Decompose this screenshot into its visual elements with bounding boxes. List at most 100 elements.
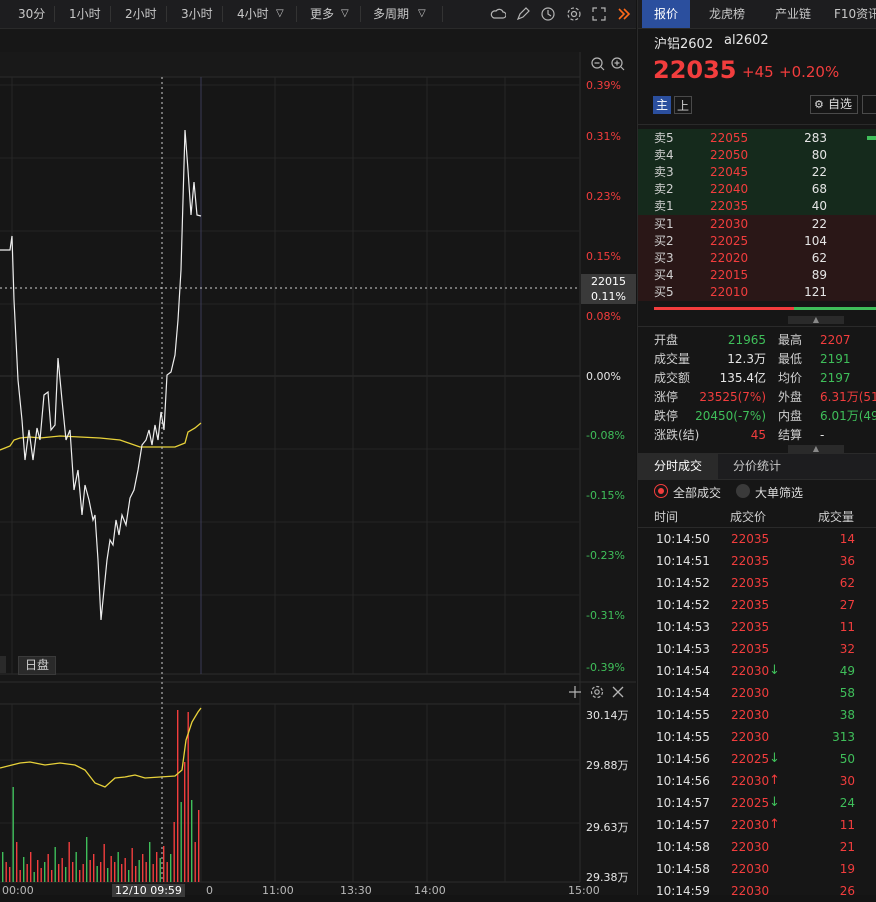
trade-row[interactable]: 10:14:54 22030 58 [638, 682, 876, 704]
trade-row[interactable]: 10:14:57 22025 ↓ 24 [638, 792, 876, 814]
level-price: 22035 [710, 199, 749, 213]
collapse-handle[interactable]: ▲ [788, 316, 844, 324]
ask-row[interactable]: 卖1 22035 40 [638, 198, 876, 215]
trade-row[interactable]: 10:14:56 22030 ↑ 30 [638, 770, 876, 792]
trade-tab-bar: 分时成交 分价统计 [638, 453, 876, 480]
trade-time: 10:14:52 [656, 598, 710, 612]
level-label: 卖1 [654, 199, 674, 213]
close-icon[interactable] [611, 685, 625, 699]
trade-volume: 27 [839, 598, 855, 612]
volume-bar [100, 862, 102, 882]
tab-quote[interactable]: 报价 [642, 0, 690, 28]
level-label: 卖2 [654, 182, 674, 196]
crosshair-icon[interactable] [568, 685, 582, 699]
trade-volume: 11 [839, 818, 855, 832]
volume-bar [180, 802, 182, 882]
volume-bar [75, 852, 77, 882]
trade-row[interactable]: 10:14:58 22030 21 [638, 836, 876, 858]
bid-row[interactable]: 买2 22025 104 [638, 233, 876, 250]
gear-icon[interactable] [590, 685, 604, 699]
trade-volume: 32 [839, 642, 855, 656]
listed-button[interactable]: 上 [674, 96, 692, 114]
tab-dragon-tiger[interactable]: 龙虎榜 [698, 0, 756, 28]
volume-bar [145, 862, 147, 882]
collapse-handle[interactable]: ▲ [788, 445, 844, 453]
bid-row[interactable]: 买1 22030 22 [638, 216, 876, 233]
ask-row[interactable]: 卖5 22055 283 [638, 130, 876, 147]
trade-price: 22035 [731, 598, 770, 612]
ask-row[interactable]: 卖3 22045 22 [638, 164, 876, 181]
filter-all-label[interactable]: 全部成交 [673, 484, 721, 501]
volume-bar [47, 854, 49, 882]
filter-big-label[interactable]: 大单筛选 [755, 484, 803, 501]
trade-row[interactable]: 10:14:55 22030 313 [638, 726, 876, 748]
trade-row[interactable]: 10:14:50 22035 14 [638, 528, 876, 550]
tab-price-stats[interactable]: 分价统计 [724, 454, 790, 479]
trade-row[interactable]: 10:14:53 22035 32 [638, 638, 876, 660]
arrow-down-icon: ↓ [769, 795, 780, 810]
trade-row[interactable]: 10:14:54 22030 ↓ 49 [638, 660, 876, 682]
volume-bar [65, 867, 67, 882]
trade-time: 10:14:58 [656, 840, 710, 854]
intraday-chart[interactable] [0, 0, 636, 895]
session-tag[interactable]: 日盘 [18, 656, 57, 675]
arrow-down-icon: ↓ [769, 751, 780, 766]
volume-bar [187, 712, 189, 882]
bid-row[interactable]: 买4 22015 89 [638, 267, 876, 284]
volume-bar [110, 856, 112, 882]
trade-volume: 14 [839, 532, 855, 546]
trade-row[interactable]: 10:14:53 22035 11 [638, 616, 876, 638]
trade-row[interactable]: 10:14:52 22035 27 [638, 594, 876, 616]
session-tag-prev[interactable] [0, 656, 6, 673]
ask-row[interactable]: 卖4 22050 80 [638, 147, 876, 164]
trade-price: 22035 [731, 642, 770, 656]
trade-price: 22035 [731, 620, 770, 634]
trade-row[interactable]: 10:14:55 22030 38 [638, 704, 876, 726]
trade-volume: 58 [839, 686, 855, 700]
tab-time-sales[interactable]: 分时成交 [638, 454, 718, 479]
volume-bar [26, 864, 28, 882]
zoom-in-icon[interactable] [610, 56, 626, 72]
ask-row[interactable]: 卖2 22040 68 [638, 181, 876, 198]
bell-icon[interactable] [862, 95, 876, 114]
trade-row[interactable]: 10:14:59 22030 26 [638, 880, 876, 902]
level-volume: 22 [811, 217, 827, 231]
volume-bar [44, 862, 46, 882]
stat-label: 跌停 [654, 409, 679, 423]
trade-price: 22030 [731, 862, 770, 876]
last-price: 22035 [653, 56, 737, 84]
level-volume: 104 [804, 234, 827, 248]
stat-value: 21965 [727, 333, 766, 347]
trade-row[interactable]: 10:14:56 22025 ↓ 50 [638, 748, 876, 770]
stat-value: 12.3万 [727, 352, 766, 366]
trade-row[interactable]: 10:14:58 22030 19 [638, 858, 876, 880]
bid-row[interactable]: 买3 22020 62 [638, 250, 876, 267]
stat-value: 20450(-7%) [695, 409, 766, 423]
trade-row[interactable]: 10:14:52 22035 62 [638, 572, 876, 594]
radio-all-trades[interactable] [654, 484, 668, 498]
percent-axis-label: 0.00% [586, 370, 621, 383]
tab-industry-chain[interactable]: 产业链 [764, 0, 822, 28]
level-label: 买3 [654, 251, 674, 265]
bid-row[interactable]: 买5 22010 121 [638, 284, 876, 301]
tab-f10[interactable]: F10资讯 [834, 0, 876, 28]
trade-time: 10:14:54 [656, 686, 710, 700]
volume-bar [30, 852, 32, 882]
trade-time: 10:14:57 [656, 796, 710, 810]
trade-volume: 313 [832, 730, 855, 744]
add-watchlist-button[interactable]: ⚙ 自选 [810, 95, 858, 114]
trade-price: 22035 [731, 532, 770, 546]
volume-bar [128, 870, 130, 882]
stat-label: 成交额 [654, 371, 691, 385]
trade-row[interactable]: 10:14:51 22035 36 [638, 550, 876, 572]
stat-row: 涨停 23525(7%) 外盘 6.31万(51% [638, 389, 876, 406]
volume-bar [86, 837, 88, 882]
level-price: 22050 [710, 148, 749, 162]
radio-big-orders[interactable] [736, 484, 750, 498]
main-contract-button[interactable]: 主 [653, 96, 671, 114]
divider [638, 124, 876, 125]
chart-panel[interactable]: 30分 1小时 2小时 3小时 4小时 ▽ 更多 ▽ 多周期 ▽ 0.39% 0… [0, 0, 636, 897]
volume-bar [135, 866, 137, 882]
zoom-out-icon[interactable] [590, 56, 606, 72]
trade-row[interactable]: 10:14:57 22030 ↑ 11 [638, 814, 876, 836]
